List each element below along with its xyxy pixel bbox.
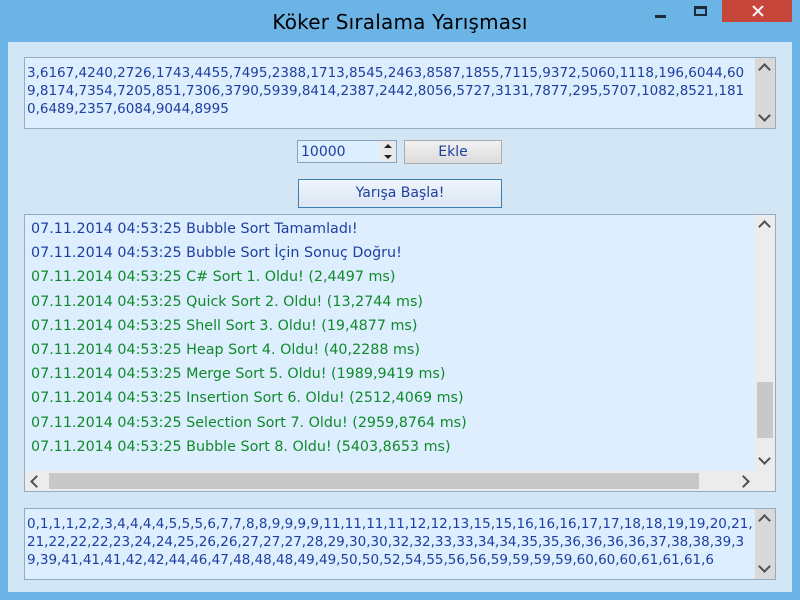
- window-title: Köker Sıralama Yarışması: [272, 10, 528, 34]
- scroll-down-icon[interactable]: [755, 559, 775, 579]
- app-window: Köker Sıralama Yarışması 3,6167,4240,272…: [0, 0, 800, 600]
- scroll-thumb[interactable]: [757, 382, 773, 438]
- scroll-down-icon[interactable]: [755, 108, 775, 128]
- input-numbers-textbox[interactable]: 3,6167,4240,2726,1743,4455,7495,2388,171…: [24, 57, 776, 129]
- add-button[interactable]: Ekle: [404, 140, 502, 164]
- log-line[interactable]: 07.11.2014 04:53:25 Merge Sort 5. Oldu! …: [31, 362, 751, 386]
- scroll-left-icon[interactable]: [25, 471, 45, 491]
- log-line[interactable]: 07.11.2014 04:53:25 Bubble Sort Tamamlad…: [31, 217, 751, 241]
- scroll-up-icon[interactable]: [755, 509, 775, 529]
- scroll-up-icon[interactable]: [755, 215, 775, 235]
- title-bar[interactable]: Köker Sıralama Yarışması: [0, 0, 800, 42]
- log-horizontal-scrollbar[interactable]: [25, 471, 775, 491]
- log-line[interactable]: 07.11.2014 04:53:25 C# Sort 1. Oldu! (2,…: [31, 265, 751, 289]
- spinner-buttons[interactable]: [380, 141, 396, 162]
- start-race-button[interactable]: Yarışa Başla!: [298, 179, 502, 208]
- log-vertical-scrollbar[interactable]: [755, 215, 775, 471]
- form-client-area: 3,6167,4240,2726,1743,4455,7495,2388,171…: [8, 42, 792, 592]
- log-lines: 07.11.2014 04:53:25 Bubble Sort Tamamlad…: [31, 217, 751, 459]
- spin-up-icon[interactable]: [380, 141, 396, 151]
- count-input[interactable]: [298, 141, 381, 162]
- output-numbers-textbox[interactable]: 0,1,1,1,2,2,3,4,4,4,4,5,5,5,6,7,7,8,8,9,…: [24, 508, 776, 580]
- log-line[interactable]: 07.11.2014 04:53:25 Heap Sort 4. Oldu! (…: [31, 338, 751, 362]
- scrollbar-corner: [755, 471, 775, 491]
- scroll-down-icon[interactable]: [755, 451, 775, 471]
- log-line[interactable]: 07.11.2014 04:53:25 Selection Sort 7. Ol…: [31, 411, 751, 435]
- log-line[interactable]: 07.11.2014 04:53:25 Bubble Sort 8. Oldu!…: [31, 435, 751, 459]
- close-button[interactable]: [722, 0, 792, 22]
- scroll-thumb[interactable]: [49, 473, 699, 489]
- log-listbox[interactable]: 07.11.2014 04:53:25 Bubble Sort Tamamlad…: [24, 214, 776, 492]
- input-numbers-text: 3,6167,4240,2726,1743,4455,7495,2388,171…: [27, 65, 745, 117]
- log-line[interactable]: 07.11.2014 04:53:25 Bubble Sort İçin Son…: [31, 241, 751, 265]
- spin-down-icon[interactable]: [380, 152, 396, 162]
- log-line[interactable]: 07.11.2014 04:53:25 Quick Sort 2. Oldu! …: [31, 290, 751, 314]
- log-line[interactable]: 07.11.2014 04:53:25 Insertion Sort 6. Ol…: [31, 386, 751, 410]
- output-numbers-scrollbar[interactable]: [755, 509, 775, 579]
- output-numbers-text: 0,1,1,1,2,2,3,4,4,4,4,5,5,5,6,7,7,8,8,9,…: [27, 516, 753, 568]
- log-line[interactable]: 07.11.2014 04:53:25 Shell Sort 3. Oldu! …: [31, 314, 751, 338]
- scroll-up-icon[interactable]: [755, 58, 775, 78]
- scroll-right-icon[interactable]: [735, 471, 755, 491]
- minimize-button[interactable]: [640, 0, 680, 22]
- count-spinner[interactable]: [297, 140, 397, 163]
- input-numbers-scrollbar[interactable]: [755, 58, 775, 128]
- maximize-button[interactable]: [681, 0, 721, 22]
